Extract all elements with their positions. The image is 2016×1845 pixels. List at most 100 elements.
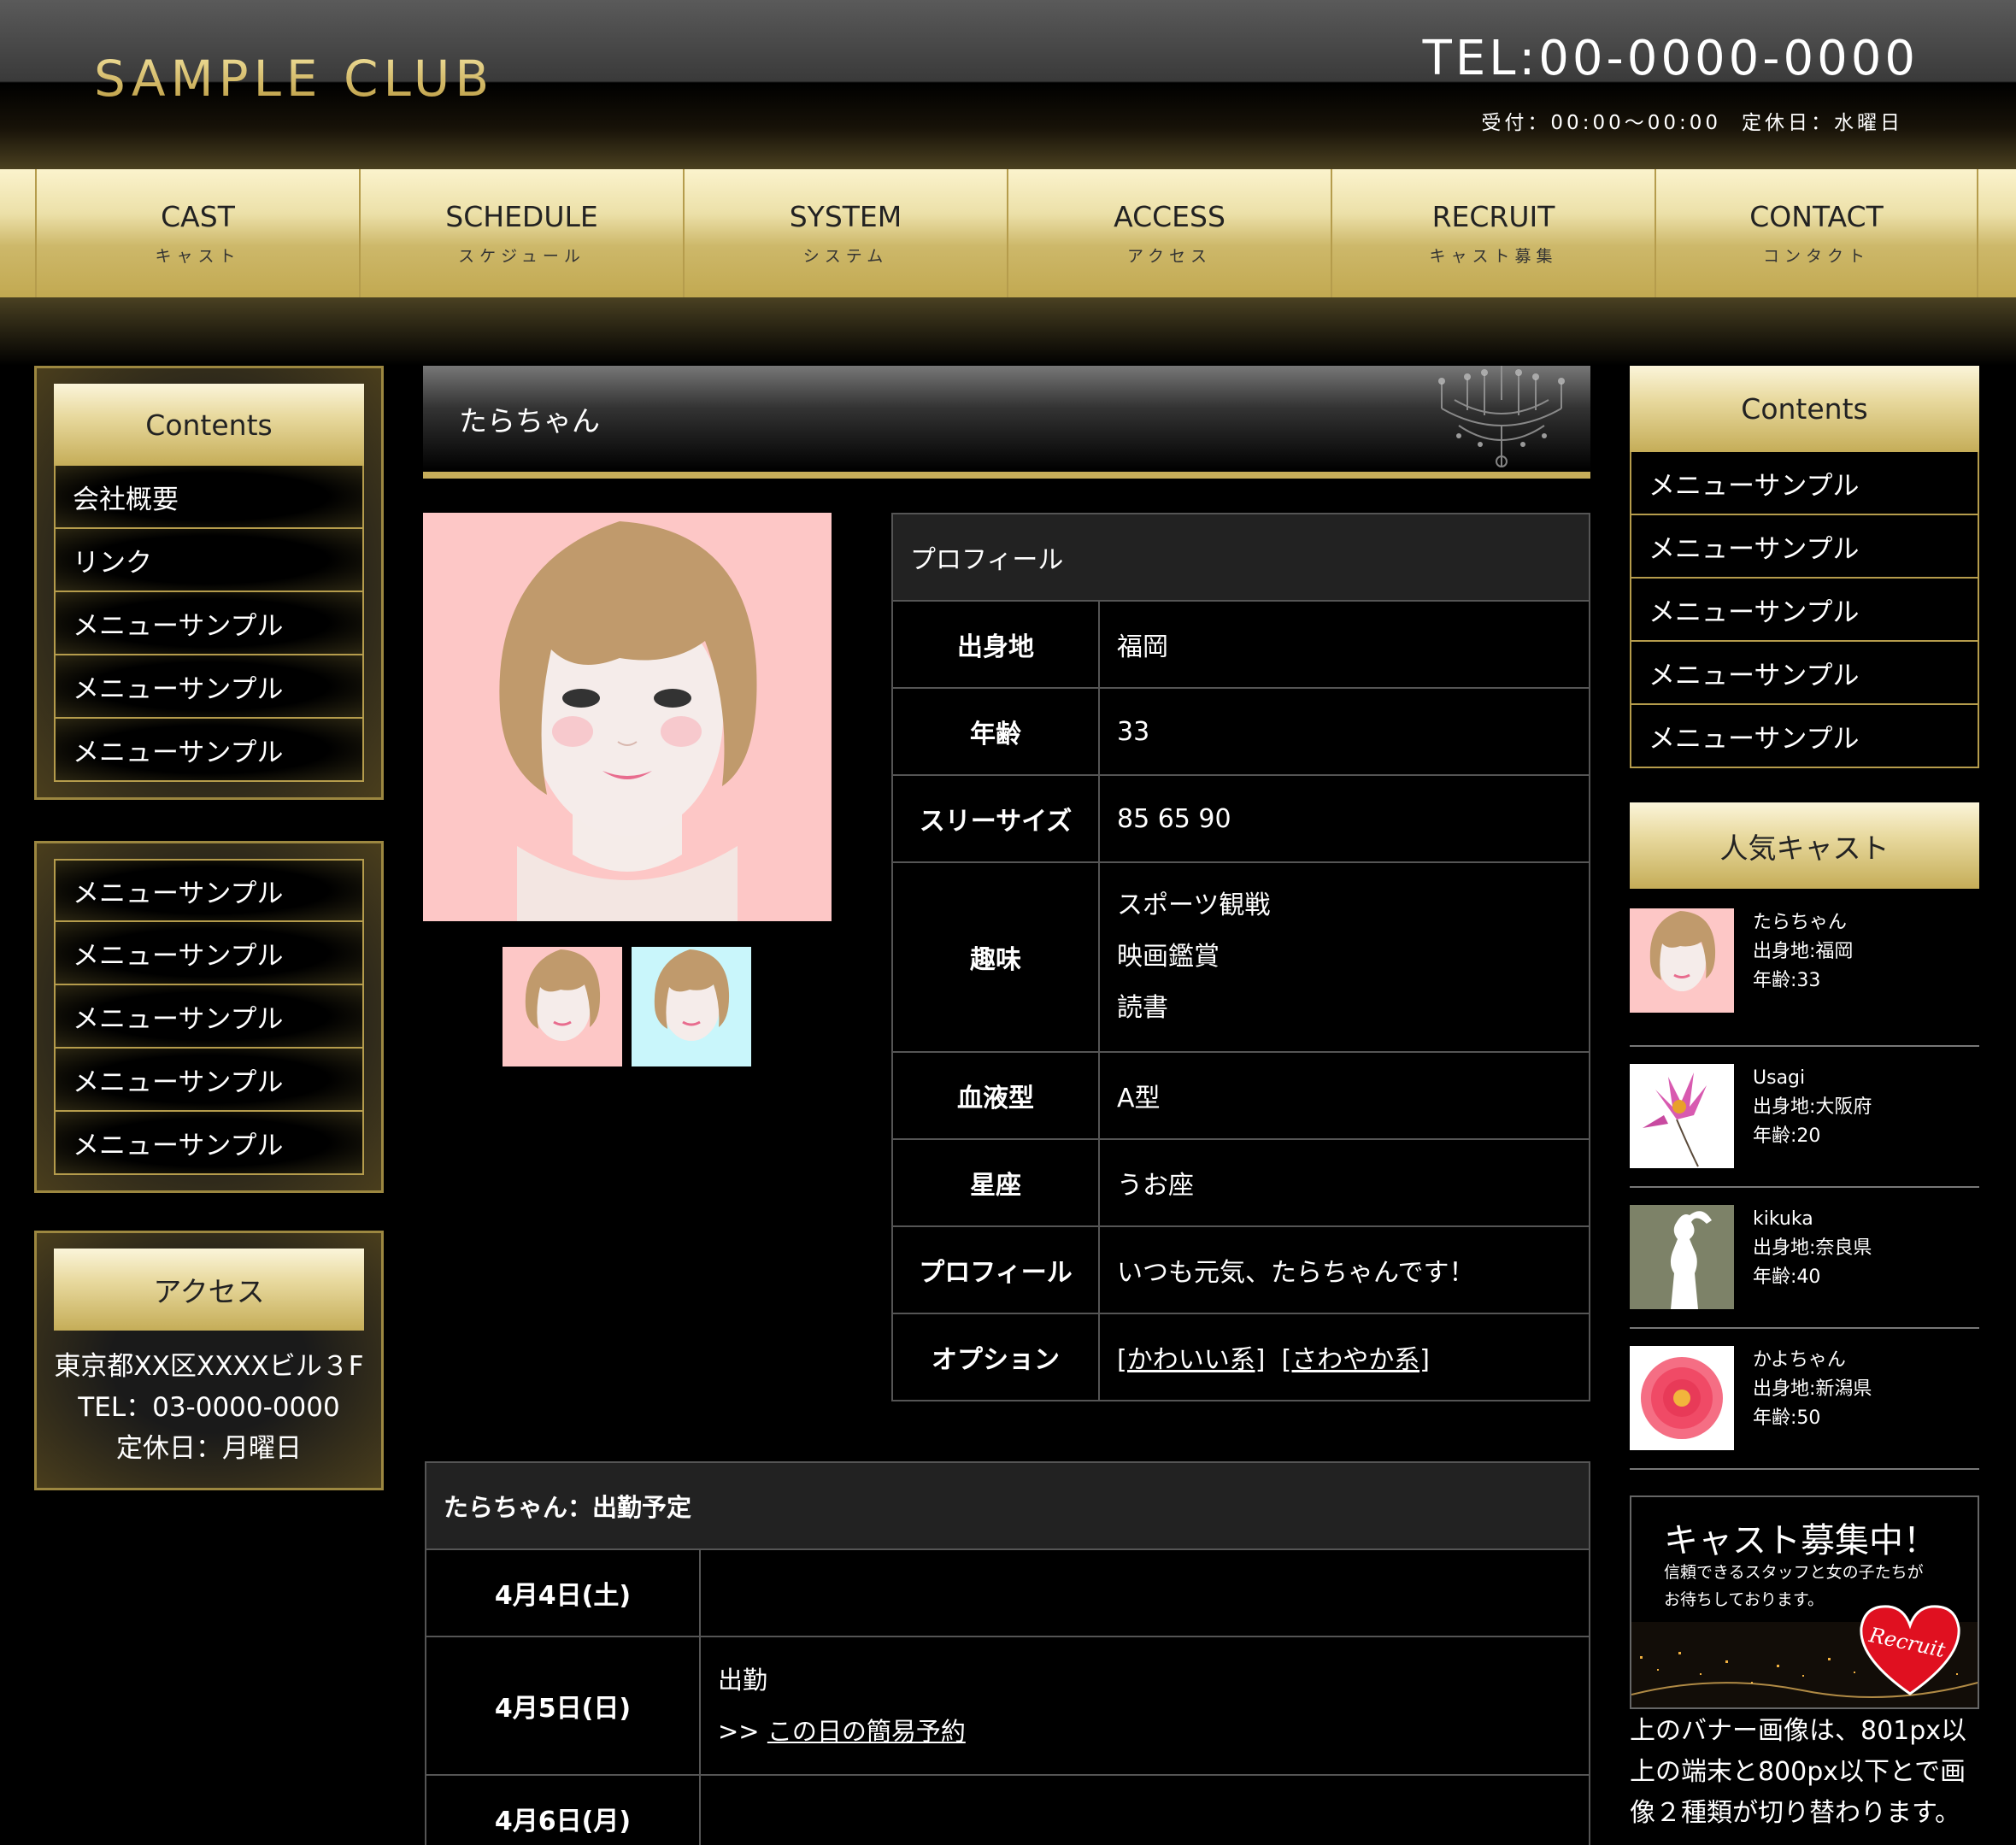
- profile-label: プロフィール: [891, 1225, 1100, 1314]
- menu-item[interactable]: メニューサンプル: [54, 985, 364, 1049]
- recruit-banner[interactable]: キャスト募集中！ 信頼できるスタッフと女の子たちが お待ちしております。 Recr…: [1630, 1495, 1979, 1709]
- menu-item[interactable]: メニューサンプル: [54, 859, 364, 922]
- option-link-sawayaka[interactable]: [さわやか系]: [1282, 1345, 1430, 1375]
- left-menu: メニューサンプル メニューサンプル メニューサンプル メニューサンプル メニュー…: [54, 859, 364, 1175]
- option-link-kawaii[interactable]: [かわいい系]: [1117, 1345, 1265, 1375]
- cast-photo[interactable]: [1630, 908, 1734, 1013]
- nav-sublabel: システム: [802, 247, 889, 266]
- header-tel[interactable]: TEL:00-0000-0000: [1423, 31, 1919, 86]
- left-contents-box: Contents 会社概要 リンク メニューサンプル メニューサンプル メニュー…: [34, 366, 384, 800]
- menu-item[interactable]: メニューサンプル: [54, 1049, 364, 1112]
- popular-cast-list: たらちゃん出身地:福岡 年齢:33 Usagi 出身地:大阪府 年齢:20 kikuk…: [1630, 906, 1979, 1470]
- access-holiday: 定休日：月曜日: [116, 1433, 302, 1464]
- menu-item[interactable]: メニューサンプル: [1630, 452, 1979, 515]
- hobby-item: 読書: [1117, 993, 1168, 1023]
- menu-item[interactable]: メニューサンプル: [54, 719, 364, 782]
- menu-item[interactable]: 会社概要: [54, 466, 364, 529]
- nav-contact[interactable]: CONTACT コンタクト: [1655, 169, 1978, 297]
- nav-recruit[interactable]: RECRUIT キャスト募集: [1331, 169, 1655, 297]
- hobby-item: 映画鑑賞: [1117, 942, 1220, 972]
- cast-thumbnail-2[interactable]: [632, 947, 751, 1066]
- cast-from: 出身地:新潟県: [1753, 1378, 1872, 1400]
- cast-photo[interactable]: [1630, 1346, 1734, 1450]
- popular-cast-item[interactable]: たらちゃん出身地:福岡 年齢:33: [1630, 906, 1979, 1047]
- access-info: 東京都XX区XXXXビル３F TEL：03-0000-0000 定休日：月曜日: [54, 1331, 364, 1472]
- nav-label: RECRUIT: [1431, 200, 1555, 233]
- access-tel[interactable]: TEL：03-0000-0000: [54, 1387, 364, 1428]
- cast-from: 出身地:大阪府: [1753, 1096, 1872, 1118]
- left-access-box: アクセス 東京都XX区XXXXビル３F TEL：03-0000-0000 定休日…: [34, 1231, 384, 1490]
- profile-options: [かわいい系] [さわやか系]: [1098, 1313, 1590, 1401]
- schedule-status-text: 出勤: [718, 1666, 768, 1695]
- cast-info: かよちゃん 出身地:新潟県 年齢:50: [1753, 1346, 1872, 1468]
- cast-from: 出身地:福岡: [1753, 941, 1854, 962]
- profile-intro: いつも元気、たらちゃんです！: [1098, 1225, 1590, 1314]
- quick-reserve: >> この日の簡易予約: [718, 1706, 1589, 1757]
- access-address: 東京都XX区XXXXビル３F: [54, 1351, 364, 1382]
- menu-item[interactable]: メニューサンプル: [54, 655, 364, 719]
- popular-cast-item[interactable]: かよちゃん 出身地:新潟県 年齢:50: [1630, 1329, 1979, 1470]
- link-prefix: >>: [718, 1717, 760, 1746]
- profile-label: 年齢: [891, 687, 1100, 776]
- cast-age: 年齢:33: [1753, 970, 1821, 991]
- schedule-table: たらちゃん：出勤予定 4月4日(土) 4月5日(日) 出勤 >> この日の簡易予…: [425, 1461, 1590, 1845]
- nav-sublabel: アクセス: [1126, 247, 1213, 266]
- profile-sign: うお座: [1098, 1138, 1590, 1227]
- menu-item[interactable]: メニューサンプル: [1630, 579, 1979, 642]
- right-contents-menu: メニューサンプル メニューサンプル メニューサンプル メニューサンプル メニュー…: [1630, 452, 1979, 768]
- schedule-date: 4月5日(日): [425, 1636, 701, 1776]
- popular-cast-item[interactable]: Usagi 出身地:大阪府 年齢:20: [1630, 1047, 1979, 1188]
- hobby-item: スポーツ観戦: [1117, 890, 1271, 920]
- recruit-heart-icon: Recruit: [1860, 1605, 1960, 1695]
- cast-info: たらちゃん出身地:福岡 年齢:33: [1753, 908, 1853, 1045]
- cast-thumbnail-1[interactable]: [503, 947, 622, 1066]
- recruit-subtitle-line: 信頼できるスタッフと女の子たちが: [1664, 1563, 1924, 1582]
- nav-schedule[interactable]: SCHEDULE スケジュール: [359, 169, 683, 297]
- cast-photo[interactable]: [1630, 1205, 1734, 1309]
- menu-item[interactable]: メニューサンプル: [1630, 515, 1979, 579]
- schedule-status: [699, 1548, 1590, 1637]
- menu-item[interactable]: リンク: [54, 529, 364, 592]
- menu-item[interactable]: メニューサンプル: [1630, 642, 1979, 705]
- nav-cast[interactable]: CAST キャスト: [35, 169, 359, 297]
- cast-from: 出身地:奈良県: [1753, 1237, 1872, 1259]
- cast-name: たらちゃん: [1753, 912, 1848, 933]
- regular-holiday: 定休日：水曜日: [1742, 112, 1903, 134]
- cast-name: Usagi: [1753, 1067, 1806, 1089]
- menu-item[interactable]: メニューサンプル: [54, 922, 364, 985]
- quick-reserve-link[interactable]: この日の簡易予約: [767, 1717, 966, 1746]
- profile-hobby: スポーツ観戦 映画鑑賞 読書: [1098, 861, 1590, 1053]
- profile-header: プロフィール: [891, 513, 1590, 602]
- site-logo[interactable]: SAMPLE CLUB: [94, 50, 494, 108]
- menu-item[interactable]: メニューサンプル: [1630, 705, 1979, 768]
- cast-age: 年齢:20: [1753, 1125, 1821, 1147]
- popular-cast-title: 人気キャスト: [1630, 802, 1979, 889]
- cast-info: Usagi 出身地:大阪府 年齢:20: [1753, 1064, 1872, 1186]
- menu-item[interactable]: メニューサンプル: [54, 1112, 364, 1175]
- schedule-date: 4月4日(土): [425, 1548, 701, 1637]
- schedule-date: 4月6日(月): [425, 1774, 701, 1845]
- schedule-status: [699, 1774, 1590, 1845]
- nav-access[interactable]: ACCESS アクセス: [1007, 169, 1331, 297]
- right-contents-title: Contents: [1630, 366, 1979, 452]
- cast-photo[interactable]: [1630, 1064, 1734, 1168]
- schedule-header: たらちゃん：出勤予定: [425, 1461, 1590, 1550]
- main-content: たらちゃん プロフィール 出身地 福岡 年齢 33 スリーサイズ 85 65 9…: [423, 366, 1590, 1845]
- menu-item[interactable]: メニューサンプル: [54, 592, 364, 655]
- nav-system[interactable]: SYSTEM システム: [683, 169, 1007, 297]
- cast-name: かよちゃん: [1753, 1349, 1846, 1371]
- header-hours: 受付：00:00〜00:00 定休日：水曜日: [1461, 106, 1903, 135]
- cast-age: 年齢:40: [1753, 1266, 1821, 1288]
- profile-label: 星座: [891, 1138, 1100, 1227]
- profile-size: 85 65 90: [1098, 774, 1590, 863]
- cast-main-photo[interactable]: [423, 513, 832, 921]
- nav-sublabel: コンタクト: [1762, 247, 1870, 266]
- recruit-title: キャスト募集中！: [1664, 1521, 1937, 1560]
- page-title: たらちゃん: [459, 404, 600, 438]
- right-sidebar: Contents メニューサンプル メニューサンプル メニューサンプル メニュー…: [1630, 366, 1979, 1834]
- nav-label: SCHEDULE: [445, 200, 598, 233]
- nav-sublabel: スケジュール: [458, 247, 585, 266]
- popular-cast-item[interactable]: kikuka 出身地:奈良県 年齢:40: [1630, 1188, 1979, 1329]
- left-menu-box: メニューサンプル メニューサンプル メニューサンプル メニューサンプル メニュー…: [34, 841, 384, 1193]
- profile-label: スリーサイズ: [891, 774, 1100, 863]
